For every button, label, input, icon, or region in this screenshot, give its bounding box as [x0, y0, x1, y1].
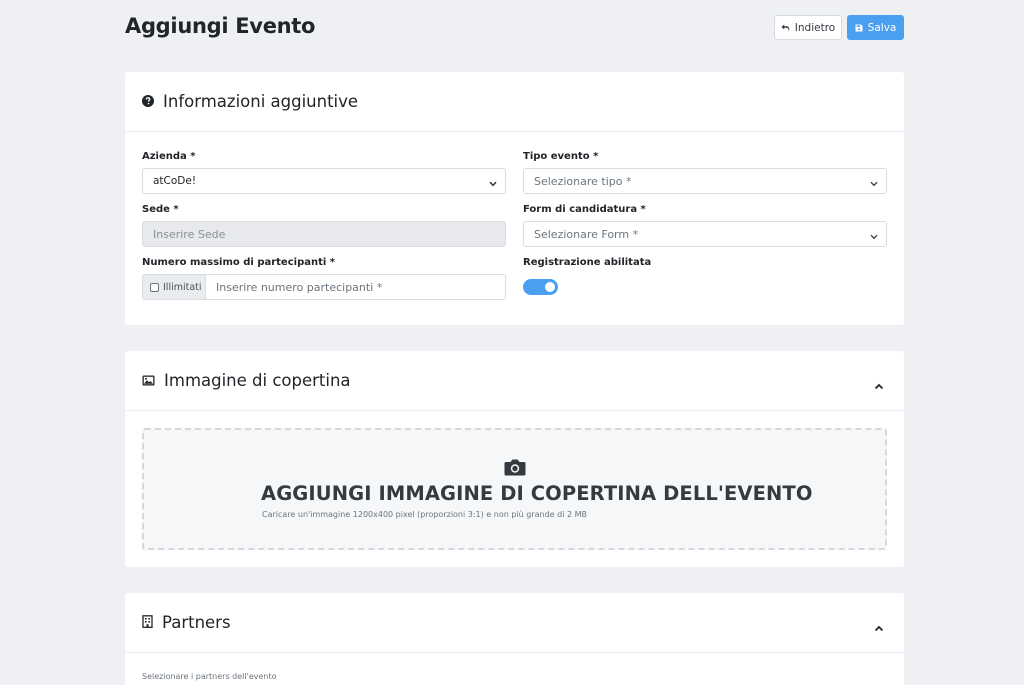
image-icon — [142, 371, 155, 390]
tipo-evento-value: Selezionare tipo * — [534, 174, 632, 188]
form-candidatura-select[interactable]: Selezionare Form * — [523, 221, 887, 247]
unlimited-label: Illimitati — [163, 281, 202, 293]
dropzone-title: AGGIUNGI IMMAGINE DI COPERTINA DELL'EVEN… — [261, 482, 813, 505]
floppy-icon — [855, 24, 863, 32]
registrazione-label: Registrazione abilitata — [523, 257, 652, 268]
max-partecipanti-input[interactable]: Inserire numero partecipanti * — [205, 274, 506, 300]
sede-placeholder: Inserire Sede — [153, 227, 226, 241]
azienda-select[interactable]: atCoDe! — [142, 168, 506, 194]
cover-dropzone[interactable]: AGGIUNGI IMMAGINE DI COPERTINA DELL'EVEN… — [142, 428, 887, 550]
cover-card: Immagine di copertina AGGIUNGI IMMAGINE … — [125, 351, 904, 567]
toggle-knob — [545, 282, 555, 292]
sede-input[interactable]: Inserire Sede — [142, 221, 506, 247]
chevron-down-icon — [489, 177, 497, 190]
dropzone-hint: Caricare un'immagine 1200x400 pixel (pro… — [262, 510, 588, 519]
chevron-down-icon — [870, 177, 878, 190]
page-container: Aggiungi Evento Indietro Salva Informazi… — [125, 0, 904, 685]
tipo-evento-label: Tipo evento * — [523, 151, 599, 162]
form-candidatura-value: Selezionare Form * — [534, 227, 639, 241]
form-candidatura-label: Form di candidatura * — [523, 204, 646, 215]
header-actions: Indietro Salva — [774, 15, 904, 40]
cover-card-title: Immagine di copertina — [164, 371, 351, 390]
undo-icon — [781, 24, 790, 32]
partners-card-header[interactable]: Partners — [125, 593, 904, 653]
info-card-header: Informazioni aggiuntive — [125, 72, 904, 132]
info-card: Informazioni aggiuntive Azienda * atCoDe… — [125, 72, 904, 325]
partners-card: Partners Selezionare i partners dell'eve… — [125, 593, 904, 685]
partners-hint: Selezionare i partners dell'evento — [142, 672, 277, 681]
building-icon — [142, 613, 153, 632]
chevron-up-icon[interactable] — [874, 617, 884, 636]
page-header: Aggiungi Evento Indietro Salva — [125, 0, 904, 72]
save-button-label: Salva — [867, 21, 897, 34]
chevron-down-icon — [870, 230, 878, 243]
sede-label: Sede * — [142, 204, 179, 215]
azienda-label: Azienda * — [142, 151, 196, 162]
question-circle-icon — [142, 92, 154, 111]
tipo-evento-select[interactable]: Selezionare tipo * — [523, 168, 887, 194]
max-partecipanti-label: Numero massimo di partecipanti * — [142, 257, 336, 268]
cover-card-header[interactable]: Immagine di copertina — [125, 351, 904, 411]
back-button[interactable]: Indietro — [774, 15, 842, 40]
camera-icon — [504, 458, 526, 480]
unlimited-addon[interactable]: Illimitati — [142, 274, 206, 300]
save-button[interactable]: Salva — [847, 15, 904, 40]
info-card-title: Informazioni aggiuntive — [163, 92, 359, 111]
chevron-up-icon[interactable] — [874, 375, 884, 394]
registrazione-toggle[interactable] — [523, 279, 558, 295]
back-button-label: Indietro — [794, 21, 836, 34]
unlimited-checkbox[interactable] — [150, 282, 159, 292]
azienda-value: atCoDe! — [153, 175, 197, 187]
partners-card-title: Partners — [162, 613, 231, 632]
max-partecipanti-placeholder: Inserire numero partecipanti * — [216, 280, 383, 294]
page-title: Aggiungi Evento — [125, 14, 316, 38]
